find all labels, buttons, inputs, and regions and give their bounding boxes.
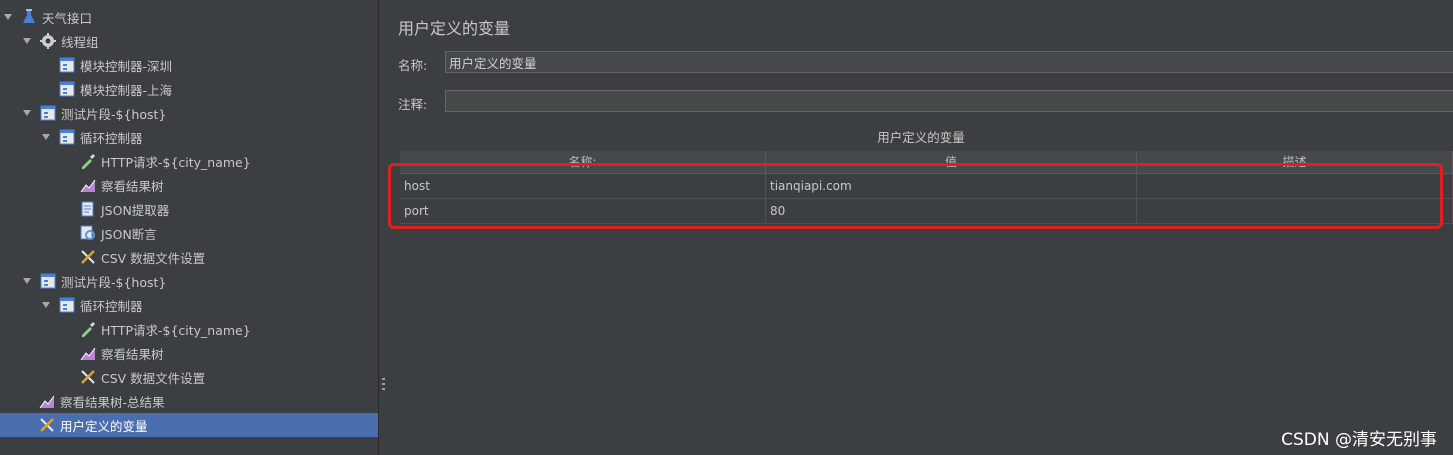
panel-splitter[interactable] — [378, 0, 389, 455]
tree-node-label: 察看结果树 — [101, 178, 164, 194]
loop-controller-icon — [59, 297, 75, 313]
tree-node-view-results-tree-2[interactable]: 察看结果树 — [0, 341, 378, 365]
tree-node-test-fragment-1[interactable]: 测试片段-${host} — [0, 101, 378, 125]
tree-node-label: 天气接口 — [42, 10, 93, 26]
json-assertion-icon — [80, 225, 95, 240]
test-plan-icon — [23, 9, 35, 23]
tree-node-loop-controller-2[interactable]: 循环控制器 — [0, 293, 378, 317]
name-label: 名称: — [398, 58, 428, 73]
tree-node-view-results-summary[interactable]: 察看结果树-总结果 — [0, 389, 378, 413]
expand-arrow-icon[interactable] — [23, 278, 31, 284]
thread-group-gear-icon — [40, 33, 56, 49]
tree-node-http-request-2[interactable]: HTTP请求-${city_name} — [0, 317, 378, 341]
expand-arrow-icon[interactable] — [42, 134, 50, 140]
cell-name[interactable]: port — [400, 199, 766, 223]
table-row[interactable]: port 80 — [400, 199, 1453, 224]
column-header-name[interactable]: 名称: — [400, 151, 766, 173]
expand-arrow-icon[interactable] — [4, 14, 12, 20]
tree-node-label: 察看结果树 — [101, 346, 164, 362]
tree-node-user-defined-variables[interactable]: 用户定义的变量 — [0, 413, 378, 437]
tree-node-module-controller-shenzhen[interactable]: 模块控制器-深圳 — [0, 53, 378, 77]
tree-node-label: CSV 数据文件设置 — [101, 370, 206, 386]
tree-node-label: 用户定义的变量 — [60, 418, 148, 434]
tree-node-label: HTTP请求-${city_name} — [101, 322, 251, 338]
module-controller-icon — [59, 57, 75, 73]
test-fragment-icon — [40, 105, 56, 121]
tree-node-label: 测试片段-${host} — [61, 274, 167, 290]
tree-node-label: 模块控制器-深圳 — [80, 58, 173, 74]
tree-node-label: 循环控制器 — [80, 298, 143, 314]
comment-field[interactable] — [445, 90, 1453, 112]
expand-arrow-icon[interactable] — [42, 302, 50, 308]
view-results-tree-icon — [80, 179, 96, 193]
tree-node-label: CSV 数据文件设置 — [101, 250, 206, 266]
tree-node-label: 测试片段-${host} — [61, 106, 167, 122]
tree-node-label: 线程组 — [61, 34, 99, 50]
test-plan-tree: 天气接口 线程组 模块控制器-深圳 模块控制器-上海 测试片段-${host} … — [0, 0, 378, 455]
tree-node-label: 察看结果树-总结果 — [60, 394, 165, 410]
test-fragment-icon — [40, 273, 56, 289]
http-sampler-pipette-icon — [82, 322, 95, 337]
column-header-value[interactable]: 值 — [766, 151, 1137, 173]
loop-controller-icon — [59, 129, 75, 145]
cell-name[interactable]: host — [400, 174, 766, 198]
tree-node-http-request-1[interactable]: HTTP请求-${city_name} — [0, 149, 378, 173]
tree-node-csv-data-set-1[interactable]: CSV 数据文件设置 — [0, 245, 378, 269]
tree-node-view-results-tree-1[interactable]: 察看结果树 — [0, 173, 378, 197]
expand-arrow-icon[interactable] — [23, 38, 31, 44]
tree-node-csv-data-set-2[interactable]: CSV 数据文件设置 — [0, 365, 378, 389]
tree-node-json-extractor[interactable]: JSON提取器 — [0, 197, 378, 221]
tree-node-label: JSON断言 — [101, 226, 157, 242]
expand-arrow-icon[interactable] — [23, 110, 31, 116]
tree-node-label: 模块控制器-上海 — [80, 82, 173, 98]
element-config-panel: 用户定义的变量 名称: 注释: 用户定义的变量 名称: 值 描述 host ti… — [389, 0, 1453, 455]
json-extractor-icon — [81, 201, 94, 217]
panel-title: 用户定义的变量 — [398, 19, 511, 38]
cell-value[interactable]: tianqiapi.com — [766, 174, 1137, 198]
view-results-tree-icon — [80, 347, 96, 361]
splitter-grip-icon[interactable] — [382, 378, 385, 392]
tree-node-thread-group[interactable]: 线程组 — [0, 29, 378, 53]
view-results-tree-icon — [39, 395, 55, 409]
tree-node-label: 循环控制器 — [80, 130, 143, 146]
tree-node-json-assertion[interactable]: JSON断言 — [0, 221, 378, 245]
name-field[interactable] — [445, 51, 1453, 73]
watermark: CSDN @清安无别事 — [1281, 430, 1437, 450]
csv-config-tools-icon — [81, 370, 95, 384]
cell-description[interactable] — [1137, 174, 1453, 198]
tree-node-module-controller-shanghai[interactable]: 模块控制器-上海 — [0, 77, 378, 101]
tree-node-label: JSON提取器 — [101, 202, 170, 218]
comment-label: 注释: — [398, 97, 428, 112]
table-row[interactable]: host tianqiapi.com — [400, 174, 1453, 199]
variables-table: 名称: 值 描述 host tianqiapi.com port 80 — [400, 151, 1453, 224]
module-controller-icon — [59, 81, 75, 97]
tree-node-label: HTTP请求-${city_name} — [101, 154, 251, 170]
user-variables-tools-icon — [40, 418, 54, 432]
cell-description[interactable] — [1137, 199, 1453, 223]
table-caption: 用户定义的变量 — [877, 130, 965, 145]
tree-node-loop-controller-1[interactable]: 循环控制器 — [0, 125, 378, 149]
csv-config-tools-icon — [81, 250, 95, 264]
table-header: 名称: 值 描述 — [400, 151, 1453, 174]
column-header-description[interactable]: 描述 — [1137, 151, 1453, 173]
http-sampler-pipette-icon — [82, 154, 95, 169]
tree-node-test-fragment-2[interactable]: 测试片段-${host} — [0, 269, 378, 293]
tree-node-test-plan[interactable]: 天气接口 — [0, 5, 378, 29]
cell-value[interactable]: 80 — [766, 199, 1137, 223]
